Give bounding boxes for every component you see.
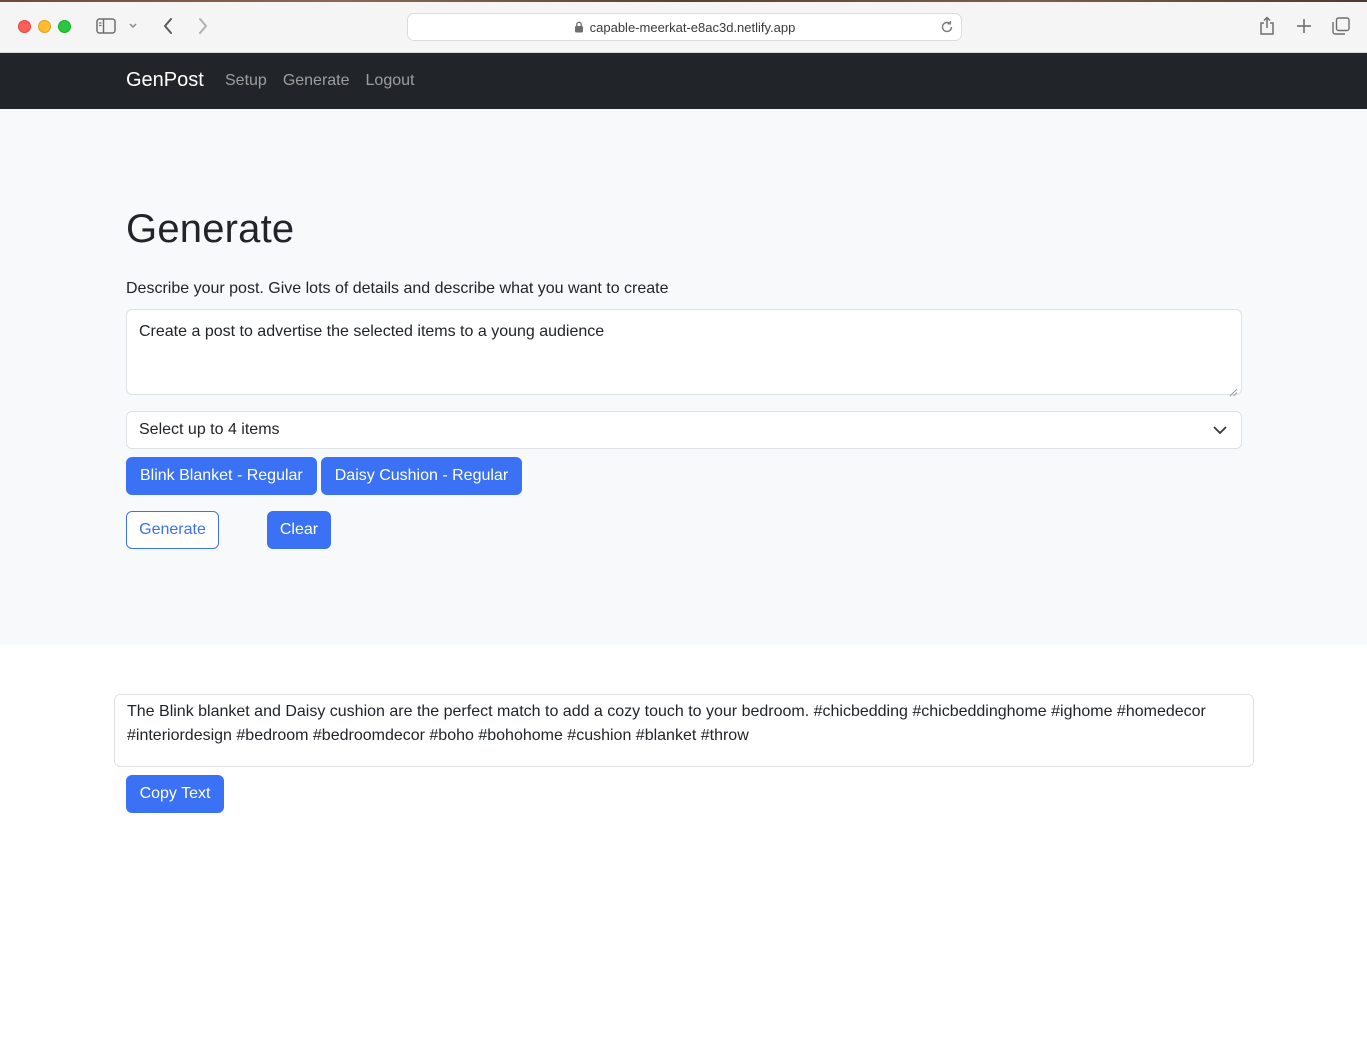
nav-link-logout[interactable]: Logout	[366, 72, 415, 90]
url-text: capable-meerkat-e8ac3d.netlify.app	[589, 19, 796, 35]
zoom-window-button[interactable]	[58, 20, 71, 33]
selected-item-daisy-cushion[interactable]: Daisy Cushion - Regular	[320, 457, 523, 495]
sidebar-icon[interactable]	[95, 17, 117, 35]
address-bar[interactable]: capable-meerkat-e8ac3d.netlify.app	[407, 13, 962, 41]
prompt-text: Create a post to advertise the selected …	[139, 323, 605, 340]
close-window-button[interactable]	[18, 20, 31, 33]
prompt-label: Describe your post. Give lots of details…	[126, 280, 669, 297]
resize-handle-icon[interactable]	[1228, 381, 1238, 397]
plus-icon[interactable]	[1293, 15, 1315, 37]
clear-button[interactable]: Clear	[267, 511, 331, 549]
tabs-icon[interactable]	[1330, 15, 1352, 37]
lock-icon	[574, 21, 584, 33]
browser-toolbar: capable-meerkat-e8ac3d.netlify.app	[0, 0, 1367, 53]
nav-links: Setup Generate Logout	[225, 72, 414, 90]
nav-link-generate[interactable]: Generate	[283, 72, 350, 90]
minimize-window-button[interactable]	[38, 20, 51, 33]
generate-section: Generate Describe your post. Give lots o…	[0, 109, 1367, 645]
window-edge	[0, 0, 1367, 2]
selected-items: Blink Blanket - Regular Daisy Cushion - …	[126, 457, 523, 495]
page-title: Generate	[126, 207, 295, 251]
selected-item-blink-blanket[interactable]: Blink Blanket - Regular	[126, 457, 317, 495]
generated-text-output[interactable]: The Blink blanket and Daisy cushion are …	[114, 694, 1254, 767]
copy-text-button[interactable]: Copy Text	[126, 775, 224, 813]
top-navbar: GenPost Setup Generate Logout	[0, 53, 1367, 109]
back-icon[interactable]	[158, 15, 178, 37]
brand-logo[interactable]: GenPost	[126, 69, 204, 92]
reload-icon[interactable]	[939, 19, 955, 35]
items-select-value: Select up to 4 items	[139, 421, 280, 438]
nav-link-setup[interactable]: Setup	[225, 72, 267, 90]
forward-icon[interactable]	[193, 15, 213, 37]
prompt-textarea[interactable]: Create a post to advertise the selected …	[126, 309, 1242, 397]
items-select[interactable]: Select up to 4 items	[126, 411, 1242, 449]
chevron-down-icon[interactable]	[126, 18, 140, 34]
share-icon[interactable]	[1256, 14, 1278, 38]
chevron-down-icon	[1213, 423, 1227, 437]
generate-button[interactable]: Generate	[126, 511, 219, 549]
